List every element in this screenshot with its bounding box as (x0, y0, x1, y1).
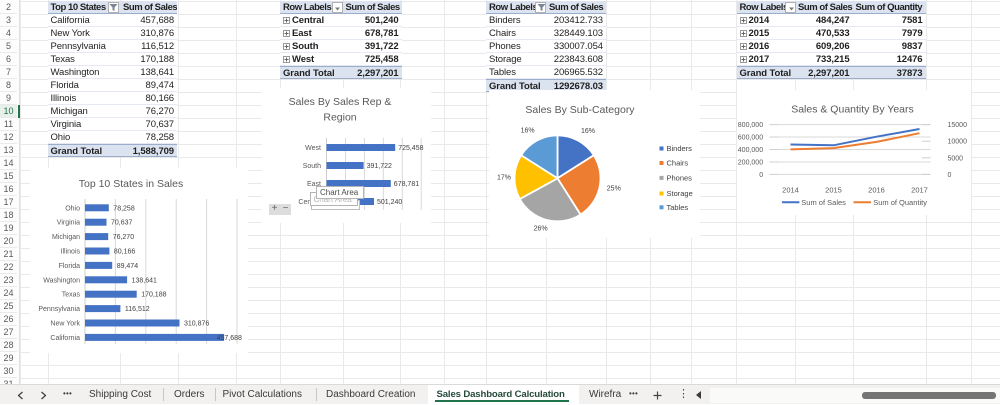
svg-text:New York: New York (50, 321, 80, 328)
svg-text:70,637: 70,637 (111, 220, 133, 227)
svg-text:Sales By Sales Rep &: Sales By Sales Rep & (288, 96, 391, 108)
svg-text:76,270: 76,270 (113, 234, 135, 241)
svg-text:2017: 2017 (911, 186, 928, 195)
svg-text:2014: 2014 (782, 186, 799, 195)
svg-text:2016: 2016 (868, 186, 885, 195)
svg-text:Michigan: Michigan (52, 234, 80, 241)
svg-text:5000: 5000 (947, 155, 963, 162)
svg-text:Sales & Quantity By Years: Sales & Quantity By Years (791, 104, 914, 116)
svg-text:800,000: 800,000 (737, 122, 762, 129)
svg-text:78,258: 78,258 (113, 205, 135, 212)
svg-text:89,474: 89,474 (117, 263, 139, 270)
svg-text:Phones: Phones (667, 173, 693, 182)
svg-text:725,458: 725,458 (398, 145, 423, 152)
svg-text:457,688: 457,688 (217, 335, 242, 342)
svg-text:California: California (50, 335, 80, 342)
svg-text:16%: 16% (521, 127, 535, 134)
svg-text:Washington: Washington (43, 277, 80, 284)
svg-text:Sales By Sub-Category: Sales By Sub-Category (525, 104, 635, 116)
svg-text:Ohio: Ohio (65, 205, 80, 212)
svg-text:South: South (302, 163, 320, 170)
svg-text:Binders: Binders (667, 144, 693, 153)
svg-text:Sum of Sales: Sum of Sales (801, 198, 846, 207)
svg-text:Chairs: Chairs (667, 158, 689, 167)
svg-text:16%: 16% (581, 128, 595, 135)
svg-text:15000: 15000 (947, 122, 967, 129)
svg-text:116,512: 116,512 (125, 306, 150, 313)
svg-text:391,722: 391,722 (366, 163, 391, 170)
svg-text:17%: 17% (497, 174, 511, 181)
svg-text:Tables: Tables (667, 203, 689, 212)
svg-text:200,000: 200,000 (737, 159, 762, 166)
svg-text:Sum of Quantity: Sum of Quantity (873, 198, 927, 207)
svg-text:Florida: Florida (59, 263, 81, 270)
svg-text:Virginia: Virginia (57, 220, 80, 227)
svg-text:Pennsylvania: Pennsylvania (38, 306, 80, 313)
svg-text:Top 10 States in Sales: Top 10 States in Sales (79, 178, 183, 190)
svg-text:138,641: 138,641 (132, 277, 157, 284)
svg-text:0: 0 (759, 172, 763, 179)
svg-text:10000: 10000 (947, 139, 967, 146)
svg-text:400,000: 400,000 (737, 147, 762, 154)
svg-text:600,000: 600,000 (737, 135, 762, 142)
svg-text:Texas: Texas (62, 292, 81, 299)
svg-text:170,188: 170,188 (141, 292, 166, 299)
svg-text:25%: 25% (607, 185, 621, 192)
svg-text:80,166: 80,166 (114, 249, 136, 256)
svg-text:0: 0 (947, 172, 951, 179)
svg-text:2015: 2015 (825, 186, 842, 195)
svg-text:Region: Region (323, 112, 356, 124)
svg-text:Storage: Storage (667, 189, 693, 198)
svg-text:Illinois: Illinois (61, 249, 81, 256)
svg-text:501,240: 501,240 (377, 199, 402, 206)
svg-text:678,781: 678,781 (393, 181, 418, 188)
svg-text:310,876: 310,876 (184, 321, 209, 328)
svg-text:West: West (305, 145, 321, 152)
svg-text:26%: 26% (534, 225, 548, 232)
